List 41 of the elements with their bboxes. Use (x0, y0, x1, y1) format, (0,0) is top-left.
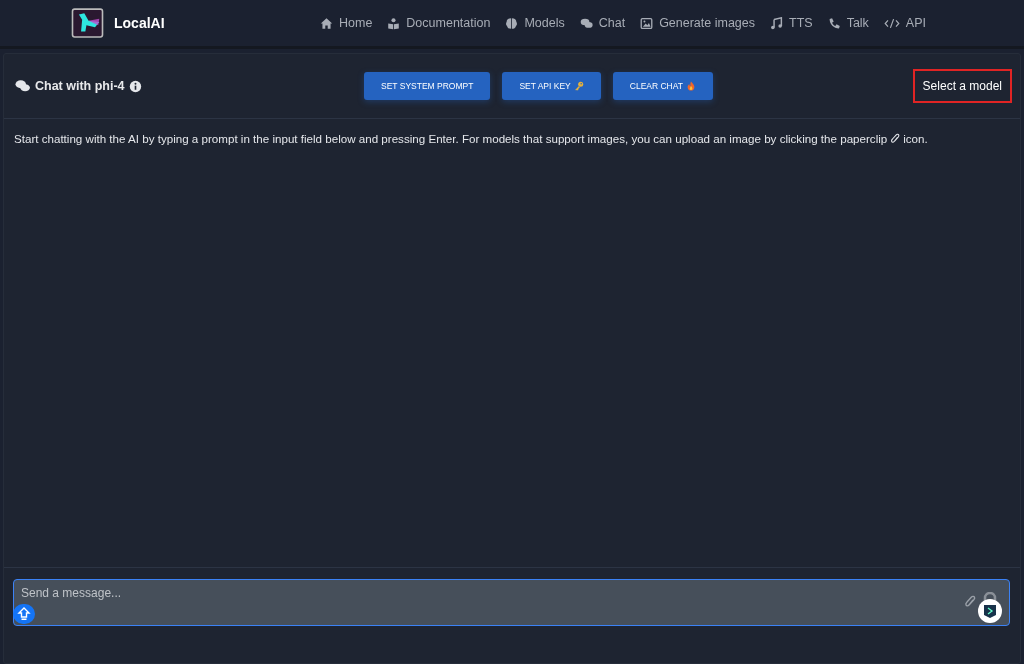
brain-icon (505, 16, 519, 30)
info-icon[interactable] (128, 79, 142, 93)
key-icon (573, 81, 584, 91)
chat-title: Chat with phi-4 (35, 79, 125, 93)
phone-icon (827, 16, 841, 30)
extension-badge-icon[interactable] (976, 592, 1004, 624)
nav-link[interactable]: API (883, 16, 926, 30)
flame-icon (686, 81, 696, 91)
action-button[interactable]: SET API KEY (502, 72, 601, 100)
nav-link[interactable]: Chat (579, 16, 626, 30)
nav-label: Chat (598, 16, 626, 30)
code-icon (883, 16, 900, 30)
nav-link[interactable]: Generate images (640, 16, 755, 30)
instructions-text: Start chatting with the AI by typing a prompt in the input field below and pressing Enter. For models that support images, you can upload an image by clicking the paperclip (14, 132, 888, 145)
nav-label: TTS (789, 16, 813, 30)
action-button[interactable]: CLEAR CHAT (612, 72, 713, 100)
action-button[interactable]: SET SYSTEM PROMPT (364, 72, 491, 100)
nav-link[interactable]: Documentation (387, 16, 491, 30)
paperclip-icon (890, 132, 901, 145)
nav-label: Talk (846, 16, 869, 30)
reader-icon (387, 16, 401, 30)
nav-label: API (905, 16, 926, 30)
nav-link[interactable]: Talk (827, 16, 869, 30)
message-input[interactable]: Send a message... (13, 579, 1010, 626)
nav-label: Models (524, 16, 565, 30)
chat-bubbles-icon (14, 79, 31, 93)
image-icon (640, 16, 654, 30)
chat-bubbles-icon (579, 16, 593, 30)
music-note-icon (770, 16, 783, 30)
instructions-text: icon. (903, 132, 928, 145)
brand-name[interactable]: LocalAI (114, 15, 165, 31)
model-select[interactable]: Select a model (912, 69, 1012, 103)
nav-label: Home (339, 16, 373, 30)
nav-label: Documentation (406, 16, 491, 30)
nav-link[interactable]: Models (505, 16, 565, 30)
nav-link[interactable]: Home (320, 16, 373, 30)
paperclip-icon[interactable] (964, 595, 976, 609)
home-icon (320, 16, 333, 30)
logo-icon[interactable] (70, 8, 105, 38)
nav-label: Generate images (659, 16, 755, 30)
nav-link[interactable]: TTS (770, 16, 813, 30)
